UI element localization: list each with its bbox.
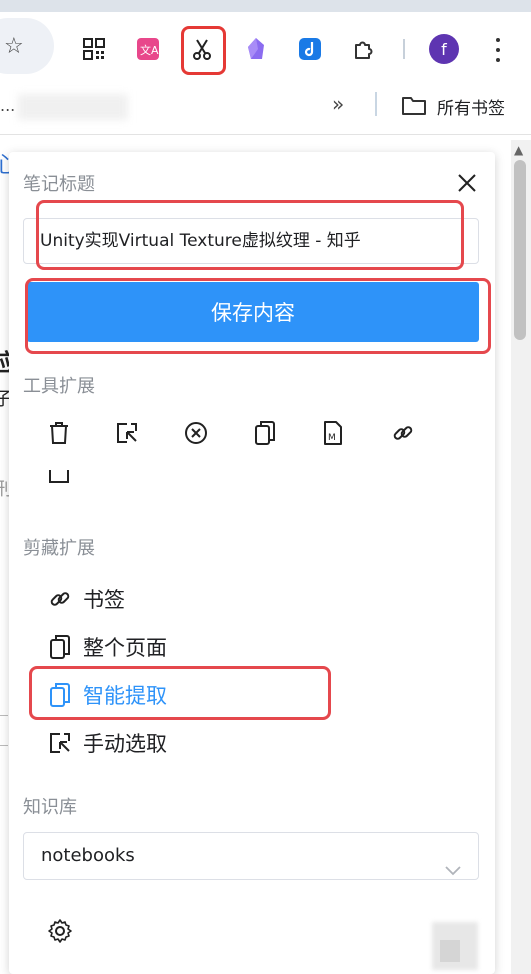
clip-item-full-page[interactable]: 整个页面 (47, 630, 167, 664)
svg-text:文A: 文A (140, 43, 159, 57)
clip-item-label: 书签 (83, 588, 125, 612)
more-menu-icon[interactable] (488, 36, 508, 64)
pages-icon[interactable] (252, 418, 278, 448)
knowledge-base-label: 知识库 (23, 797, 77, 818)
qr-code-extension-icon[interactable] (81, 36, 107, 62)
toolbar-divider (403, 39, 405, 59)
page-scrollbar-thumb[interactable] (514, 160, 526, 340)
clipper-highlight-box (181, 26, 226, 75)
close-icon[interactable] (456, 172, 478, 194)
clipper-popup: 笔记标题 Unity实现Virtual Texture虚拟纹理 - 知乎 保存内… (9, 152, 495, 974)
truncated-bookmark[interactable]: ... (0, 96, 15, 115)
translate-extension-icon[interactable]: 文A (135, 36, 161, 62)
scroll-up-arrow-icon[interactable]: ▲ (514, 143, 523, 157)
link-icon[interactable] (390, 418, 416, 448)
bookmarks-bar: ... » 所有书签 (0, 86, 531, 135)
clip-item-manual-select[interactable]: 手动选取 (47, 726, 167, 760)
clip-item-label: 整个页面 (83, 636, 167, 660)
select-cursor-icon[interactable] (114, 418, 140, 448)
clip-section-label: 剪藏扩展 (23, 538, 95, 559)
select-cursor-icon (47, 730, 73, 756)
note-title-label: 笔记标题 (23, 174, 95, 195)
gear-icon[interactable] (47, 918, 73, 944)
tools-section-label: 工具扩展 (23, 376, 95, 397)
save-highlight-box (25, 278, 491, 354)
knowledge-base-value: notebooks (41, 845, 135, 866)
knowledge-base-select[interactable]: notebooks (23, 832, 479, 880)
profile-avatar[interactable]: f (429, 34, 459, 64)
trash-icon[interactable] (46, 418, 72, 448)
bookmark-star-icon[interactable]: ☆ (4, 34, 24, 59)
blurred-bookmark (18, 94, 128, 120)
obsidian-extension-icon[interactable] (243, 36, 269, 62)
all-bookmarks-link[interactable]: 所有书签 (437, 94, 505, 119)
browser-titlebar (0, 0, 531, 12)
folder-icon (401, 94, 427, 120)
pages-icon (47, 634, 73, 660)
title-highlight-box (36, 200, 464, 270)
bracket-icon[interactable] (48, 466, 74, 486)
extensions-puzzle-icon[interactable] (351, 36, 377, 62)
blurred-overlay (440, 940, 460, 962)
music-extension-icon[interactable] (297, 36, 323, 62)
chevron-down-icon (444, 849, 462, 895)
bookmarks-divider (375, 92, 377, 116)
smart-extract-highlight-box (29, 666, 331, 720)
clip-item-label: 手动选取 (83, 732, 167, 756)
bookmarks-overflow-button[interactable]: » (332, 92, 344, 116)
bg-divider (0, 715, 8, 716)
bg-divider (0, 745, 8, 746)
cancel-circle-icon[interactable] (183, 418, 209, 448)
link-icon (47, 586, 73, 612)
markdown-icon[interactable]: M (320, 418, 346, 448)
svg-text:M: M (328, 433, 336, 443)
browser-toolbar: ☆ 文A f (0, 12, 531, 86)
clip-item-bookmark[interactable]: 书签 (47, 582, 125, 616)
